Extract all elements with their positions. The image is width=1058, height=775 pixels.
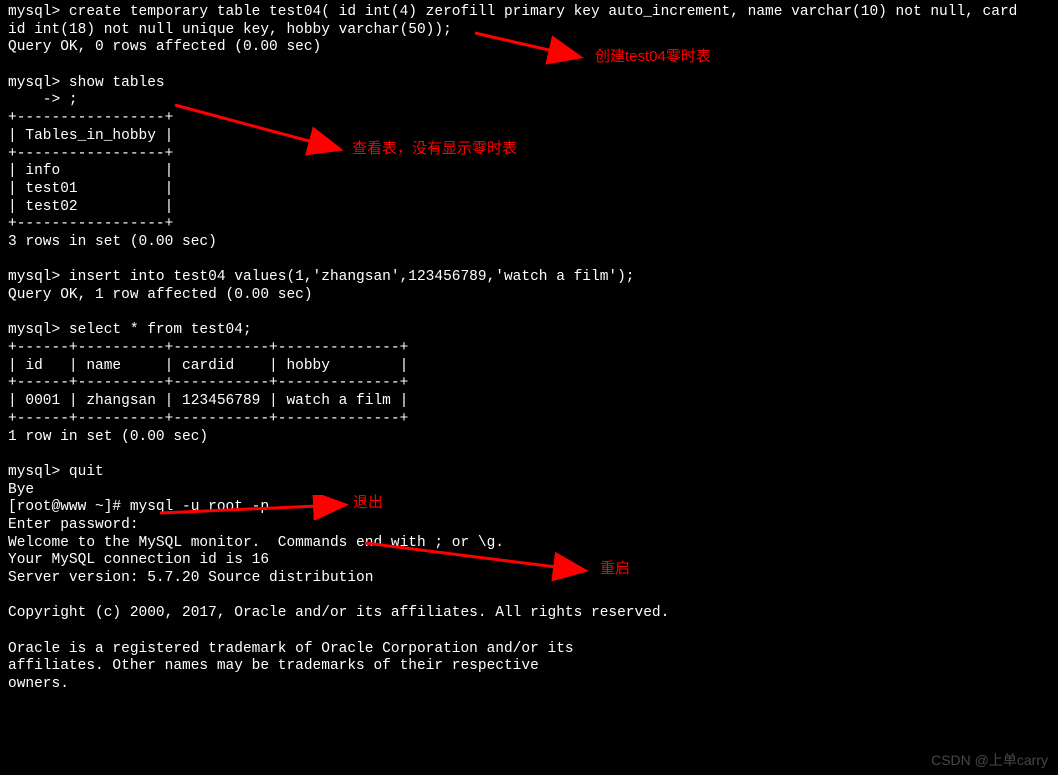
terminal-line: owners. <box>8 676 69 692</box>
terminal-line: +-----------------+ <box>8 110 173 126</box>
terminal-line: +------+----------+-----------+---------… <box>8 340 408 356</box>
terminal-line: +-----------------+ <box>8 146 173 162</box>
terminal-line: Oracle is a registered trademark of Orac… <box>8 641 574 657</box>
arrow-icon <box>470 28 590 68</box>
terminal-output: mysql> create temporary table test04( id… <box>8 4 1050 694</box>
terminal-line: | info | <box>8 163 173 179</box>
terminal-line: affiliates. Other names may be trademark… <box>8 658 539 674</box>
terminal-line: mysql> show tables <box>8 75 165 91</box>
terminal-line: id int(18) not null unique key, hobby va… <box>8 22 452 38</box>
arrow-icon <box>360 538 595 583</box>
terminal-line: mysql> insert into test04 values(1,'zhan… <box>8 269 635 285</box>
terminal-line: +------+----------+-----------+---------… <box>8 375 408 391</box>
annotation-label: 重启 <box>600 560 630 578</box>
terminal-line: | Tables_in_hobby | <box>8 128 173 144</box>
terminal-line: | test01 | <box>8 181 173 197</box>
terminal-line: | 0001 | zhangsan | 123456789 | watch a … <box>8 393 408 409</box>
terminal-line: +-----------------+ <box>8 216 173 232</box>
terminal-line: | id | name | cardid | hobby | <box>8 358 408 374</box>
terminal-line: | test02 | <box>8 199 173 215</box>
annotation-label: 查看表，没有显示零时表 <box>352 140 517 158</box>
terminal-line: Query OK, 1 row affected (0.00 sec) <box>8 287 313 303</box>
terminal-line: Your MySQL connection id is 16 <box>8 552 269 568</box>
terminal-line: Query OK, 0 rows affected (0.00 sec) <box>8 39 321 55</box>
arrow-icon <box>155 495 350 520</box>
annotation-label: 退出 <box>353 494 383 512</box>
terminal-line: -> ; <box>8 92 78 108</box>
terminal-line: +------+----------+-----------+---------… <box>8 411 408 427</box>
watermark: CSDN @上单carry <box>931 752 1048 769</box>
terminal-line: Enter password: <box>8 517 139 533</box>
annotation-label: 创建test04零时表 <box>595 48 711 66</box>
terminal-line: mysql> quit <box>8 464 104 480</box>
terminal-line: mysql> select * from test04; <box>8 322 252 338</box>
terminal-line: Copyright (c) 2000, 2017, Oracle and/or … <box>8 605 669 621</box>
terminal-line: 3 rows in set (0.00 sec) <box>8 234 217 250</box>
arrow-icon <box>170 100 350 160</box>
terminal-line: Bye <box>8 482 34 498</box>
terminal-line: mysql> create temporary table test04( id… <box>8 4 1017 20</box>
terminal-line: 1 row in set (0.00 sec) <box>8 429 208 445</box>
terminal-line: Server version: 5.7.20 Source distributi… <box>8 570 373 586</box>
